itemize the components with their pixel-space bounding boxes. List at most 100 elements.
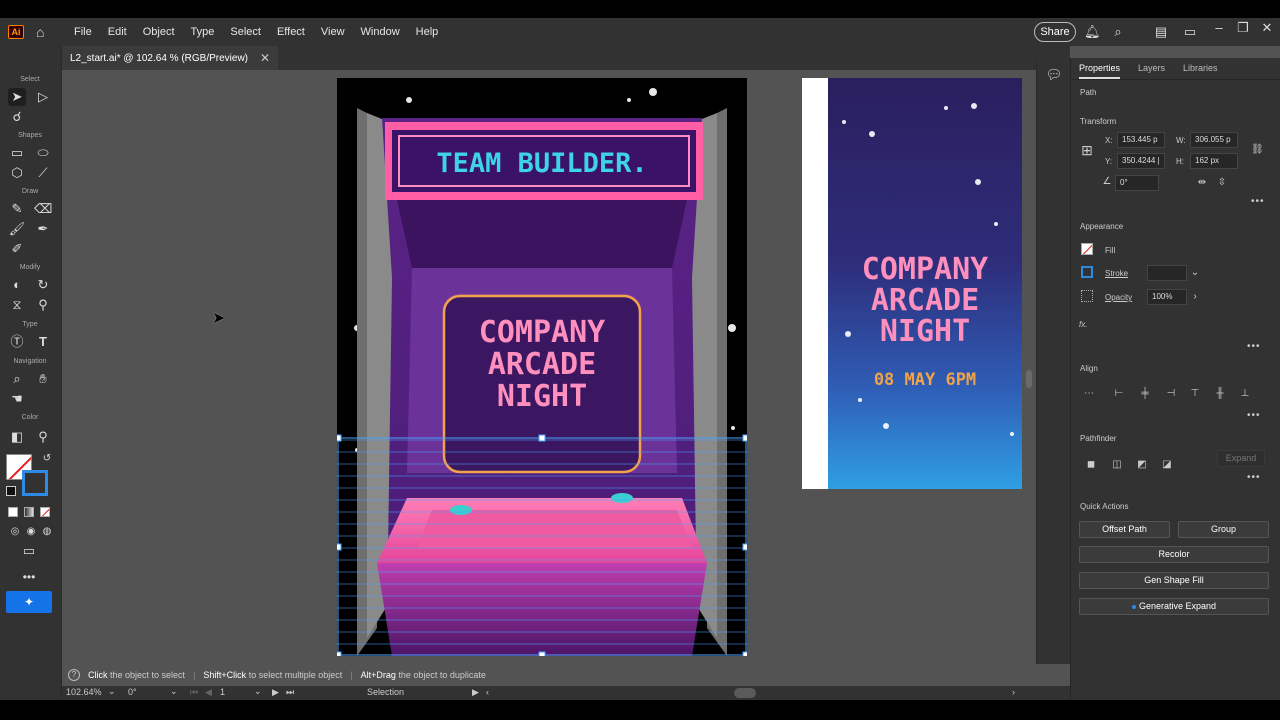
minimize-icon[interactable]: – [1211,20,1227,36]
align-right-icon[interactable]: ⊣ [1165,388,1177,400]
home-icon[interactable]: ⌂ [36,25,52,39]
menu-type[interactable]: Type [183,18,223,46]
screen-mode-icon[interactable]: ▭ [20,542,38,560]
vertical-scrollbar[interactable] [1024,70,1034,664]
zoom-tool-icon[interactable]: ⌕ [8,370,26,388]
direct-selection-tool-icon[interactable]: ▷ [34,88,52,106]
zoom-level[interactable]: 102.64% [66,687,102,697]
swap-colors-icon[interactable]: ↺ [38,450,56,468]
artboard-1[interactable]: TEAM BUILDER. COMPANY ARCADE NIGHT [337,78,747,656]
prev-artboard-icon[interactable]: ◀ [205,687,212,698]
align-vcenter-icon[interactable]: ╫ [1214,388,1226,400]
stroke-dropdown-icon[interactable]: ⌄ [1189,267,1201,279]
gen-shape-fill-button[interactable]: Gen Shape Fill [1079,572,1269,589]
x-field[interactable]: 153.445 p [1117,132,1165,148]
appearance-more-icon[interactable]: ••• [1247,341,1261,352]
type-on-path-tool-icon[interactable]: Ⓣ [8,333,26,351]
align-left-icon[interactable]: ⊢ [1113,388,1125,400]
workspace-icon[interactable]: ▤ [1153,24,1169,40]
share-button[interactable]: Share [1034,22,1076,42]
menu-effect[interactable]: Effect [269,18,313,46]
horizontal-scroll-thumb[interactable] [734,688,756,698]
type-tool-icon[interactable]: T [34,333,52,351]
pencil-tool-icon[interactable]: ✎ [8,200,26,218]
artboard-number[interactable]: 1 [220,687,225,697]
scroll-left-icon[interactable]: ‹ [486,687,489,697]
minus-front-icon[interactable]: ◫ [1111,459,1123,471]
zoom-dropdown-icon[interactable]: ⌄ [108,686,116,697]
comments-icon[interactable]: 💬︎ [1045,66,1063,84]
shape-builder-tool-icon[interactable]: ◐ [8,276,26,294]
last-artboard-icon[interactable]: ⏭ [286,687,294,698]
menu-window[interactable]: Window [353,18,408,46]
w-field[interactable]: 306.055 p [1190,132,1238,148]
status-arrow-icon[interactable]: ▶ [472,687,479,698]
rectangle-tool-icon[interactable]: ▭ [8,144,26,162]
pathfinder-more-icon[interactable]: ••• [1247,472,1261,483]
arrange-documents-icon[interactable]: ▭ [1182,24,1198,40]
intersect-icon[interactable]: ◩ [1136,459,1148,471]
align-hcenter-icon[interactable]: ╪ [1139,388,1151,400]
expand-button[interactable]: Expand [1217,450,1265,467]
transform-more-icon[interactable]: ••• [1251,196,1265,207]
y-field[interactable]: 350.4244 | [1117,153,1165,169]
rotate-tool-icon[interactable]: ↻ [34,276,52,294]
align-to-icon[interactable]: ⋯ [1083,388,1095,400]
help-icon[interactable]: ? [68,669,80,681]
align-more-icon[interactable]: ••• [1247,410,1261,421]
rotation-value[interactable]: 0° [128,687,137,697]
lasso-tool-icon[interactable]: ☌ [8,108,26,126]
stroke-swatch-panel[interactable] [1081,266,1093,278]
pen-tool-icon[interactable]: ✒ [34,220,52,238]
generative-ai-icon[interactable]: ✦ [6,591,52,613]
close-icon[interactable]: ✕ [1259,20,1275,36]
color-mode-icon[interactable] [8,507,18,517]
canvas[interactable]: TEAM BUILDER. COMPANY ARCADE NIGHT COMPA… [62,70,1036,664]
rotation-dropdown-icon[interactable]: ⌄ [170,686,178,697]
tab-layers[interactable]: Layers [1138,63,1165,79]
opacity-field[interactable]: 100% [1147,289,1187,305]
first-artboard-icon[interactable]: ⏮ [190,687,198,698]
eyedropper-tool-icon[interactable]: ⚲ [34,296,52,314]
rotate-view-tool-icon[interactable]: ☚ [8,390,26,408]
flip-vertical-icon[interactable]: ⇳ [1216,177,1228,189]
h-field[interactable]: 162 px [1190,153,1238,169]
draw-inside-icon[interactable]: ◍ [38,523,56,541]
vertical-scroll-thumb[interactable] [1026,370,1032,388]
document-tab[interactable]: L2_start.ai* @ 102.64 % (RGB/Preview) ✕ [62,46,279,70]
hand-tool-icon[interactable]: ✋︎ [34,370,52,388]
reference-point-icon[interactable]: ⊞ [1079,143,1095,160]
bell-icon[interactable]: 🔔︎ [1084,24,1101,40]
menu-view[interactable]: View [313,18,353,46]
search-icon[interactable]: ⌕ [1110,24,1126,40]
tab-properties[interactable]: Properties [1079,63,1121,79]
unite-icon[interactable]: ◼ [1085,459,1097,471]
edit-toolbar-icon[interactable]: ••• [20,568,38,586]
flip-horizontal-icon[interactable]: ⇹ [1196,177,1208,189]
ellipse-tool-icon[interactable]: ⬭ [34,144,52,162]
menu-object[interactable]: Object [135,18,183,46]
menu-file[interactable]: File [66,18,100,46]
eraser-tool-icon[interactable]: ⌫ [34,200,52,218]
line-tool-icon[interactable]: ⟋ [34,164,52,182]
artboard-dropdown-icon[interactable]: ⌄ [254,686,262,697]
selection-tool-icon[interactable]: ➤ [8,88,26,106]
recolor-button[interactable]: Recolor [1079,546,1269,563]
offset-path-button[interactable]: Offset Path [1079,521,1170,538]
maximize-icon[interactable]: ❐ [1235,20,1251,36]
menu-edit[interactable]: Edit [100,18,135,46]
stroke-weight-field[interactable] [1147,265,1187,281]
constrain-proportions-icon[interactable]: ⛓ [1251,144,1264,156]
brush-tool-icon[interactable]: 🖌︎ [8,220,26,238]
menu-help[interactable]: Help [408,18,447,46]
artboard-2[interactable]: COMPANY ARCADE NIGHT 08 MAY 6PM [802,78,1022,489]
color-picker-icon[interactable]: ⚲ [34,428,52,446]
stroke-swatch[interactable] [22,470,48,496]
exclude-icon[interactable]: ◪ [1161,459,1173,471]
align-bottom-icon[interactable]: ⊥ [1239,388,1251,400]
polygon-tool-icon[interactable]: ⬡ [8,164,26,182]
width-tool-icon[interactable]: ⧖ [8,296,26,314]
align-top-icon[interactable]: ⊤ [1189,388,1201,400]
group-button[interactable]: Group [1178,521,1269,538]
next-artboard-icon[interactable]: ▶ [272,687,279,698]
